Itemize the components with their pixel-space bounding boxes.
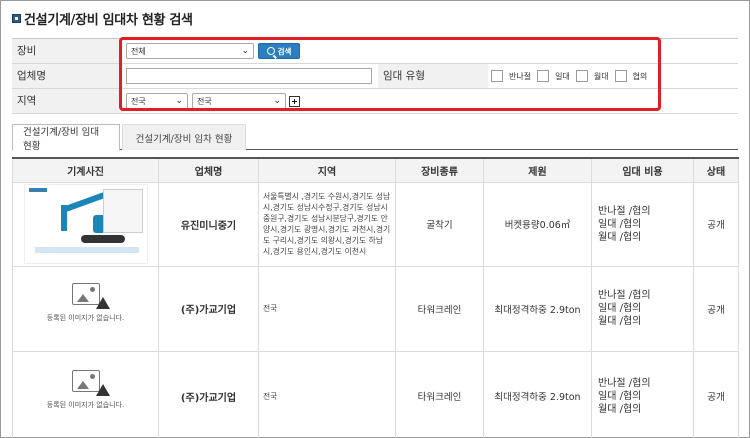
spec-cell: 최대정격하중 2.9ton xyxy=(483,350,592,438)
equipment-type-cell: 타워크레인 xyxy=(395,265,484,352)
spec-cell: 최대정격하중 2.9ton xyxy=(483,265,592,352)
column-header: 임대 비용 xyxy=(591,157,694,183)
no-image-text: 등록된 이미지가 없습니다. xyxy=(46,401,125,409)
no-image-text: 등록된 이미지가 없습니다. xyxy=(46,313,125,322)
region-cell: 서울특별시 ,경기도 수원시,경기도 성남시,경기도 성남시수정구,경기도 성남… xyxy=(258,181,396,267)
no-image-placeholder[interactable]: 등록된 이미지가 없습니다. xyxy=(24,358,148,434)
company-cell[interactable]: (주)가교기업 xyxy=(158,350,259,438)
highlight-box xyxy=(119,37,661,111)
column-header: 장비종류 xyxy=(395,157,484,183)
page-title: 건설기계/장비 임대차 현황 검색 xyxy=(12,9,193,28)
column-header: 지역 xyxy=(258,157,396,183)
column-header: 제원 xyxy=(483,157,592,183)
company-label: 업체명 xyxy=(12,64,123,88)
equipment-type-cell: 타워크레인 xyxy=(395,350,484,438)
table-header-row: 기계사진 업체명 지역 장비종류 제원 임대 비용 상태 xyxy=(12,157,739,183)
tab-bar: 건설기계/장비 임대 현황 건설기계/장비 임차 현황 xyxy=(12,124,738,152)
region-label: 지역 xyxy=(12,89,123,113)
equipment-type-cell: 굴착기 xyxy=(395,181,484,267)
table-row[interactable]: 유진미니중기 서울특별시 ,경기도 수원시,경기도 성남시,경기도 성남시수정구… xyxy=(12,181,739,267)
column-header: 업체명 xyxy=(158,157,259,183)
equipment-label: 장비 xyxy=(12,39,123,63)
equipment-table: 기계사진 업체명 지역 장비종류 제원 임대 비용 상태 유진미니중기 서울특별… xyxy=(12,157,739,438)
company-cell[interactable]: (주)가교기업 xyxy=(158,265,259,352)
column-header: 상태 xyxy=(693,157,739,183)
status-cell: 공개 xyxy=(693,350,739,438)
company-cell[interactable]: 유진미니중기 xyxy=(158,181,259,267)
status-cell: 공개 xyxy=(693,265,739,352)
warning-icon xyxy=(95,296,110,309)
cost-cell: 반나절 /협의 일대 /협의 월대 /협의 xyxy=(591,265,694,352)
table-row[interactable]: 등록된 이미지가 없습니다. (주)가교기업 전국 타워크레인 최대정격하중 2… xyxy=(12,265,739,352)
tab-rental-status[interactable]: 건설기계/장비 임차 현황 xyxy=(122,124,246,150)
cost-cell: 반나절 /협의 일대 /협의 월대 /협의 xyxy=(591,181,694,267)
cost-cell: 반나절 /협의 일대 /협의 월대 /협의 xyxy=(591,350,694,438)
no-image-placeholder[interactable]: 등록된 이미지가 없습니다. xyxy=(24,271,148,347)
region-cell: 전국 xyxy=(258,350,396,438)
spec-cell: 버켓용량0.06㎥ xyxy=(483,181,592,267)
tab-lease-status[interactable]: 건설기계/장비 임대 현황 xyxy=(12,124,120,152)
region-cell: 전국 xyxy=(258,265,396,352)
title-bullet-icon xyxy=(12,14,21,23)
status-cell: 공개 xyxy=(693,181,739,267)
column-header: 기계사진 xyxy=(12,157,159,183)
page-title-text: 건설기계/장비 임대차 현황 검색 xyxy=(24,13,193,28)
excavator-photo[interactable] xyxy=(23,184,148,264)
table-row[interactable]: 등록된 이미지가 없습니다. (주)가교기업 전국 타워크레인 최대정격하중 2… xyxy=(12,350,739,438)
warning-icon xyxy=(95,384,110,396)
